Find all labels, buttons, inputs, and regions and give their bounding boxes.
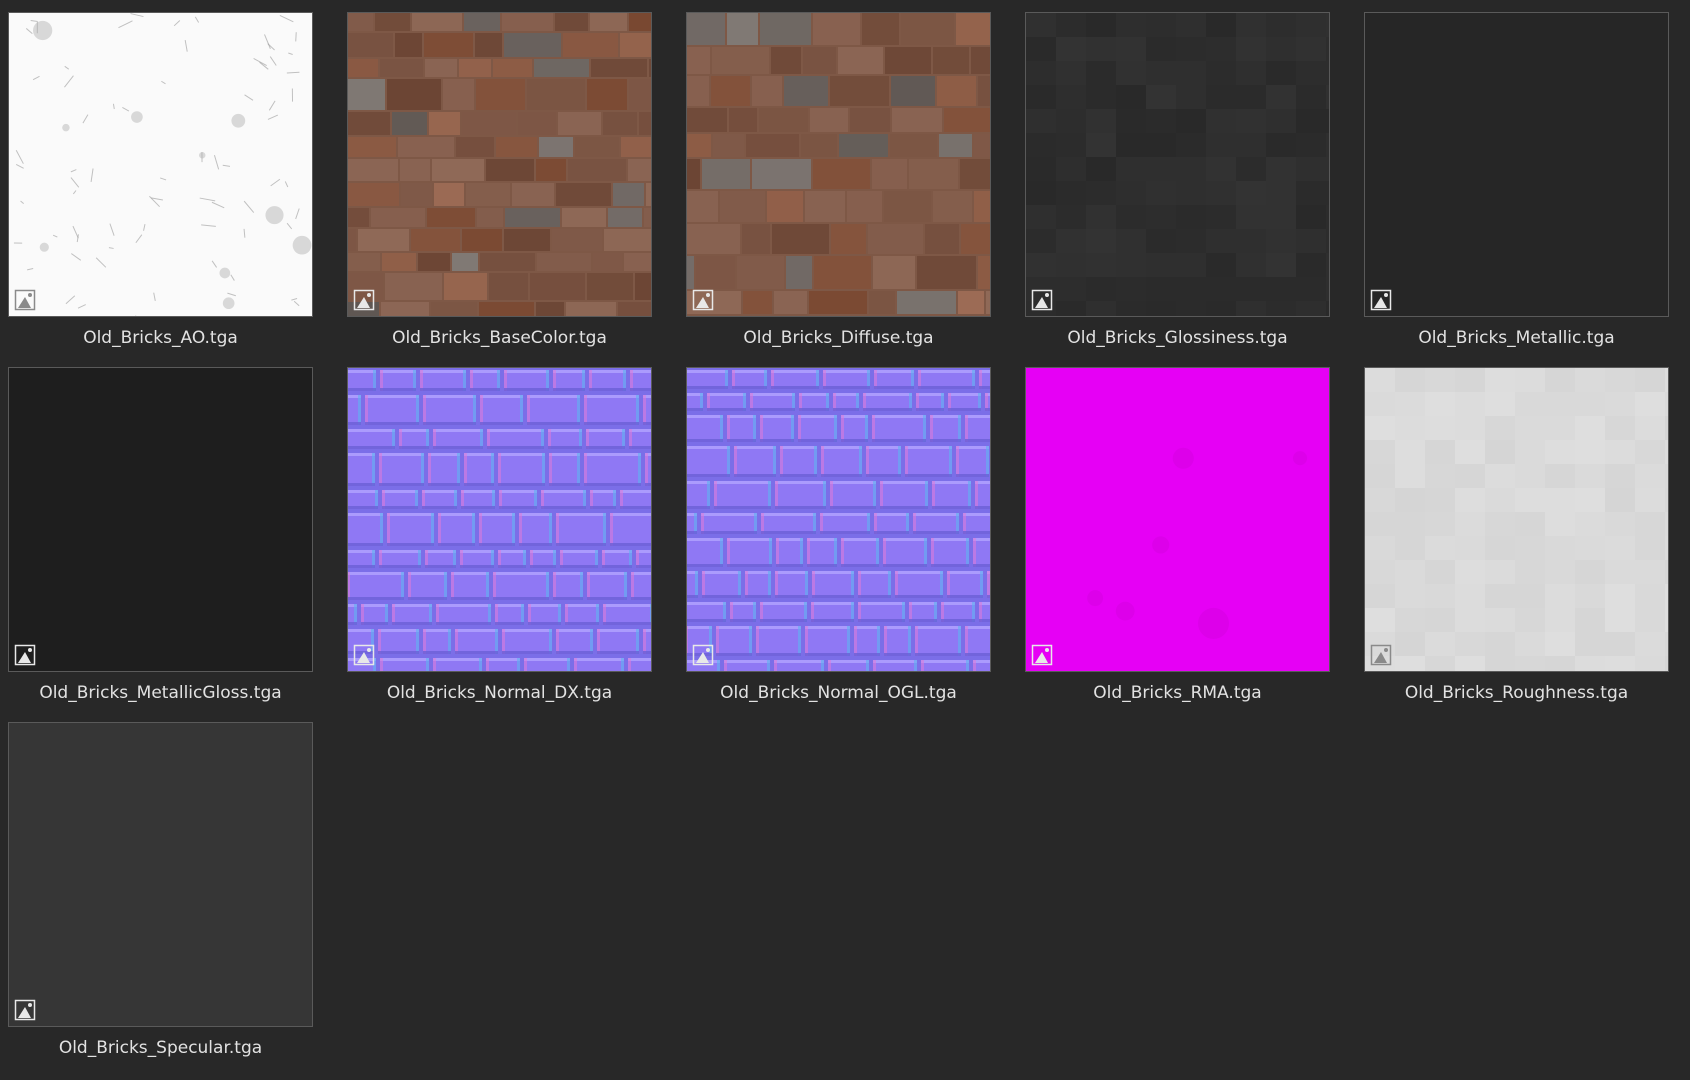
- texture-preview[interactable]: [1364, 367, 1669, 672]
- file-thumbnail-item[interactable]: Old_Bricks_Specular.tga: [8, 722, 313, 1077]
- texture-preview[interactable]: [686, 367, 991, 672]
- texture-image: [687, 368, 990, 671]
- file-name-label: Old_Bricks_Normal_OGL.tga: [720, 683, 957, 703]
- texture-preview[interactable]: [8, 722, 313, 1027]
- file-browser-thumbnail-grid: Old_Bricks_AO.tga Old_Bricks_BaseColor.tg…: [8, 12, 1669, 1077]
- file-name-label: Old_Bricks_Normal_DX.tga: [386, 683, 613, 703]
- file-thumbnail-item[interactable]: Old_Bricks_Roughness.tga: [1364, 367, 1669, 722]
- image-file-icon: [14, 644, 36, 666]
- texture-image: [348, 368, 651, 671]
- texture-preview[interactable]: [8, 12, 313, 317]
- texture-preview[interactable]: [686, 12, 991, 317]
- file-thumbnail-item[interactable]: Old_Bricks_RMA.tga: [1025, 367, 1330, 722]
- file-name-label: Old_Bricks_MetallicGloss.tga: [39, 683, 282, 703]
- file-name-label: Old_Bricks_Diffuse.tga: [743, 328, 934, 348]
- file-thumbnail-item[interactable]: Old_Bricks_Metallic.tga: [1364, 12, 1669, 367]
- file-name-label: Old_Bricks_Roughness.tga: [1404, 683, 1629, 703]
- file-name-label: Old_Bricks_RMA.tga: [1093, 683, 1262, 703]
- file-thumbnail-item[interactable]: Old_Bricks_Normal_DX.tga: [347, 367, 652, 722]
- texture-image: [687, 13, 990, 316]
- image-file-icon: [1031, 289, 1053, 311]
- file-thumbnail-item[interactable]: Old_Bricks_Diffuse.tga: [686, 12, 991, 367]
- texture-preview[interactable]: [347, 12, 652, 317]
- image-file-icon: [1370, 644, 1392, 666]
- file-name-label: Old_Bricks_Metallic.tga: [1418, 328, 1615, 348]
- image-file-icon: [14, 289, 36, 311]
- image-file-icon: [692, 644, 714, 666]
- image-file-icon: [353, 644, 375, 666]
- file-name-label: Old_Bricks_Specular.tga: [58, 1038, 263, 1058]
- image-file-icon: [1370, 289, 1392, 311]
- file-name-label: Old_Bricks_BaseColor.tga: [392, 328, 607, 348]
- texture-preview[interactable]: [8, 367, 313, 672]
- file-thumbnail-item[interactable]: Old_Bricks_Normal_OGL.tga: [686, 367, 991, 722]
- file-thumbnail-item[interactable]: Old_Bricks_MetallicGloss.tga: [8, 367, 313, 722]
- texture-preview[interactable]: [347, 367, 652, 672]
- image-file-icon: [692, 289, 714, 311]
- texture-preview[interactable]: [1364, 12, 1669, 317]
- file-thumbnail-item[interactable]: Old_Bricks_BaseColor.tga: [347, 12, 652, 367]
- file-name-label: Old_Bricks_Glossiness.tga: [1067, 328, 1288, 348]
- texture-preview[interactable]: [1025, 12, 1330, 317]
- texture-preview[interactable]: [1025, 367, 1330, 672]
- texture-image: [9, 368, 312, 671]
- texture-image: [348, 13, 651, 316]
- image-file-icon: [353, 289, 375, 311]
- texture-image: [1365, 368, 1668, 671]
- file-name-label: Old_Bricks_AO.tga: [83, 328, 238, 348]
- texture-image: [9, 723, 312, 1026]
- file-thumbnail-item[interactable]: Old_Bricks_AO.tga: [8, 12, 313, 367]
- texture-image: [1026, 13, 1329, 316]
- texture-image: [9, 13, 312, 316]
- texture-image: [1365, 13, 1668, 316]
- file-thumbnail-item[interactable]: Old_Bricks_Glossiness.tga: [1025, 12, 1330, 367]
- image-file-icon: [14, 999, 36, 1021]
- image-file-icon: [1031, 644, 1053, 666]
- texture-image: [1026, 368, 1329, 671]
